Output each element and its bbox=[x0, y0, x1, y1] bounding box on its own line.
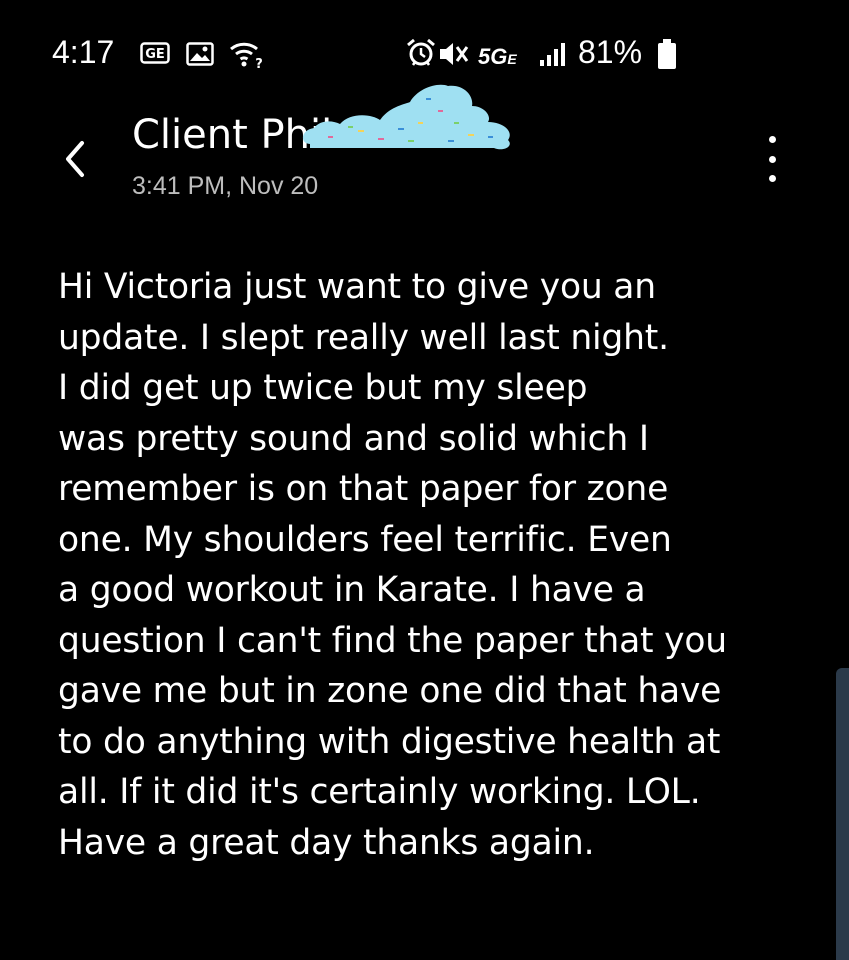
svg-text:?: ? bbox=[255, 57, 263, 70]
wifi-question-icon: ? bbox=[228, 38, 264, 74]
redaction-cloud bbox=[298, 82, 518, 172]
scrollbar[interactable] bbox=[836, 668, 849, 960]
alarm-icon bbox=[406, 38, 436, 72]
image-icon bbox=[186, 42, 214, 70]
mute-icon bbox=[438, 40, 472, 72]
signal-icon bbox=[538, 40, 570, 72]
svg-text:GE: GE bbox=[145, 47, 165, 62]
ge-icon: GE bbox=[140, 42, 170, 68]
status-time: 4:17 bbox=[52, 34, 115, 70]
message-body: Hi Victoria just want to give you an upd… bbox=[58, 267, 727, 863]
battery-icon bbox=[656, 38, 678, 74]
battery-percent: 81% bbox=[578, 34, 643, 70]
more-options-button[interactable] bbox=[752, 134, 792, 184]
back-button[interactable] bbox=[54, 134, 94, 184]
conversation-header: Client Phillt 3:41 PM, Nov 20 bbox=[0, 84, 849, 220]
message-timestamp: 3:41 PM, Nov 20 bbox=[132, 172, 319, 200]
more-vert-icon bbox=[768, 136, 776, 143]
network-type: 5GE bbox=[478, 44, 517, 69]
chevron-left-icon bbox=[66, 141, 84, 177]
